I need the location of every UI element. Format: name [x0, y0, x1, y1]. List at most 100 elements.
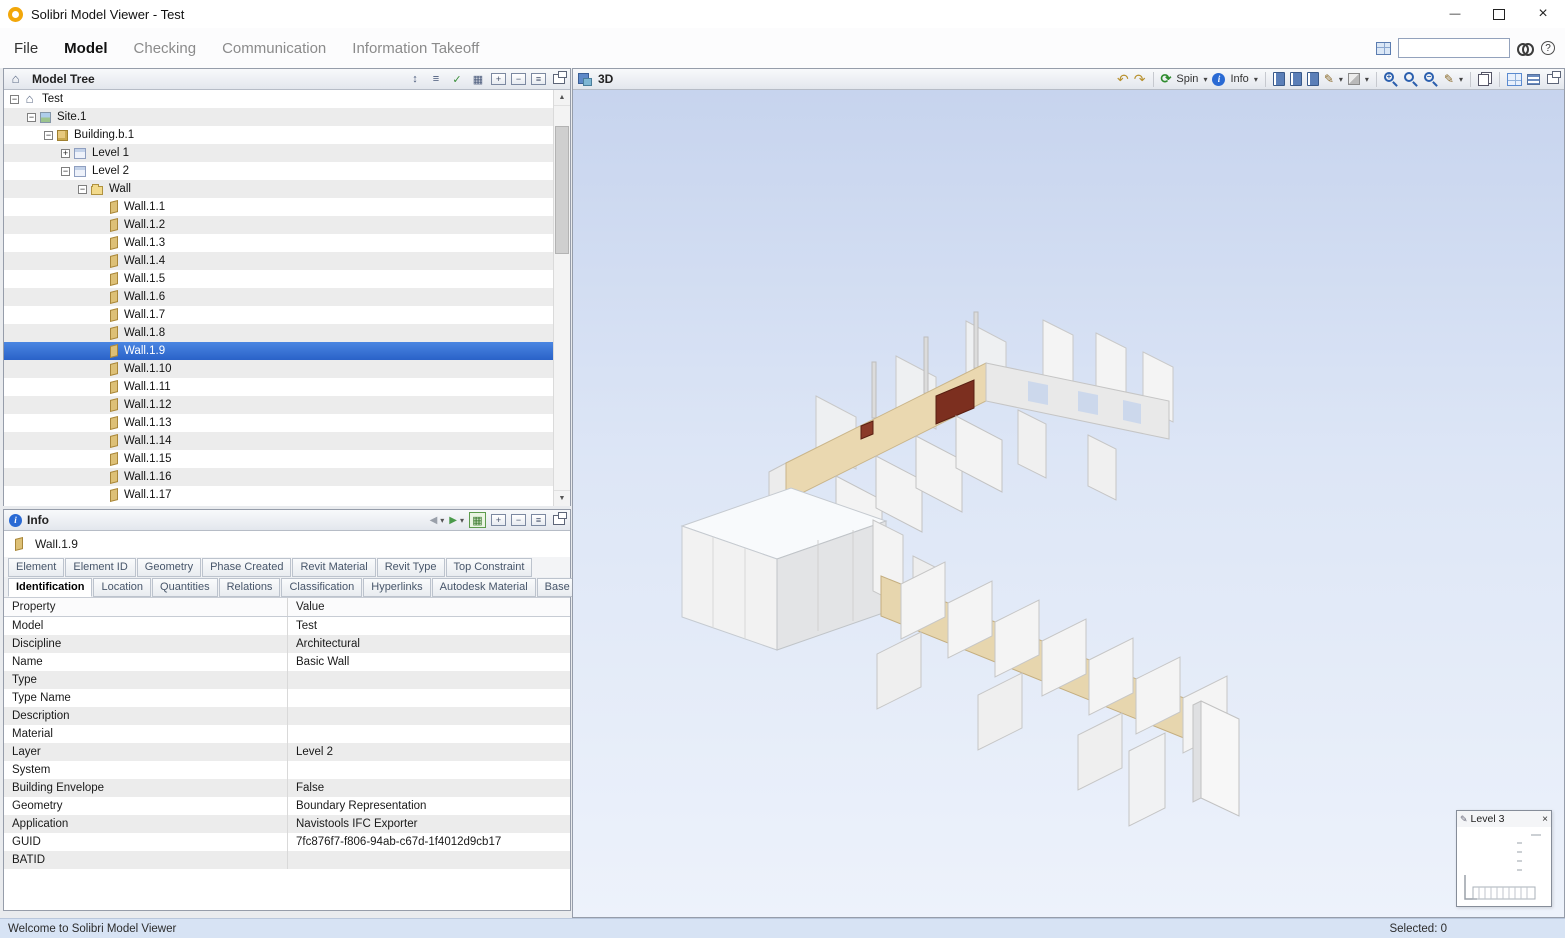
menu-model[interactable]: Model [64, 40, 107, 57]
zoom-extents-icon[interactable] [1404, 72, 1419, 87]
layout-icon[interactable] [1376, 42, 1391, 55]
info-mode-icon[interactable] [1212, 73, 1225, 86]
tree-item-wall-1-2[interactable]: Wall.1.2 [4, 216, 553, 234]
property-row-system[interactable]: System [4, 761, 570, 779]
sort-tree-icon[interactable]: ↕ [407, 72, 423, 87]
tab-phase-created[interactable]: Phase Created [202, 558, 291, 577]
collapse-icon[interactable]: − [27, 113, 36, 122]
tree-item-wall-1-6[interactable]: Wall.1.6 [4, 288, 553, 306]
measure-tool-icon[interactable]: ✎ [1444, 72, 1454, 86]
tab-identification[interactable]: Identification [8, 578, 92, 597]
projection-caret-icon[interactable]: ▾ [1365, 75, 1369, 84]
property-row-type[interactable]: Type [4, 671, 570, 689]
tab-revit-type[interactable]: Revit Type [377, 558, 445, 577]
tree-item-wall-1-11[interactable]: Wall.1.11 [4, 378, 553, 396]
viewpoints-icon[interactable] [1290, 72, 1302, 86]
pane-menu-icon[interactable] [531, 514, 546, 526]
tree-item-level-1[interactable]: +Level 1 [4, 144, 553, 162]
undo-view-icon[interactable]: ↶ [1117, 73, 1129, 86]
minimize-button[interactable] [1433, 0, 1477, 28]
projection-icon[interactable] [1348, 73, 1360, 85]
spin-label[interactable]: Spin [1176, 73, 1198, 85]
info-caret-icon[interactable]: ▾ [1254, 75, 1258, 84]
tree-item-site-1[interactable]: −Site.1 [4, 108, 553, 126]
history-back-caret-icon[interactable]: ▾ [440, 516, 444, 525]
spin-caret-icon[interactable]: ▾ [1203, 75, 1207, 84]
report-icon[interactable] [469, 512, 486, 528]
tab-classification[interactable]: Classification [281, 578, 362, 597]
tab-element-id[interactable]: Element ID [65, 558, 135, 577]
menu-information-takeoff[interactable]: Information Takeoff [352, 40, 479, 57]
collapse-icon[interactable]: − [44, 131, 53, 140]
scroll-down-icon[interactable]: ▼ [554, 490, 570, 506]
redo-view-icon[interactable]: ↷ [1134, 73, 1146, 86]
tree-item-wall-1-3[interactable]: Wall.1.3 [4, 234, 553, 252]
property-row-description[interactable]: Description [4, 707, 570, 725]
menu-checking[interactable]: Checking [134, 40, 197, 57]
tree-item-building-b-1[interactable]: −Building.b.1 [4, 126, 553, 144]
property-row-layer[interactable]: LayerLevel 2 [4, 743, 570, 761]
layers-icon[interactable] [1527, 74, 1540, 85]
tree-item-wall-1-9[interactable]: Wall.1.9 [4, 342, 553, 360]
history-back-icon[interactable]: ◀ [430, 515, 438, 526]
presentations-icon[interactable] [1273, 72, 1285, 86]
property-row-building-envelope[interactable]: Building EnvelopeFalse [4, 779, 570, 797]
enlarge-pane-icon[interactable] [491, 514, 506, 526]
help-icon[interactable] [1541, 41, 1555, 55]
tab-hyperlinks[interactable]: Hyperlinks [363, 578, 430, 597]
property-row-application[interactable]: ApplicationNavistools IFC Exporter [4, 815, 570, 833]
tab-relations[interactable]: Relations [219, 578, 281, 597]
expand-icon[interactable]: + [61, 149, 70, 158]
maximize-button[interactable] [1477, 0, 1521, 28]
collapse-icon[interactable]: − [78, 185, 87, 194]
zoom-in-icon[interactable] [1384, 72, 1399, 87]
tab-revit-material[interactable]: Revit Material [292, 558, 375, 577]
tab-top-constraint[interactable]: Top Constraint [446, 558, 533, 577]
property-column-header[interactable]: Property [4, 598, 288, 616]
close-button[interactable] [1521, 0, 1565, 28]
grid-view-icon[interactable]: ▦ [470, 72, 486, 87]
find-icon[interactable] [1517, 42, 1534, 54]
minimap-plan[interactable] [1457, 827, 1551, 906]
tree-item-wall-1-10[interactable]: Wall.1.10 [4, 360, 553, 378]
measure-caret-icon[interactable]: ▾ [1459, 75, 1463, 84]
property-row-material[interactable]: Material [4, 725, 570, 743]
enlarge-pane-icon[interactable] [491, 73, 506, 85]
check-visibility-icon[interactable]: ✓ [449, 72, 465, 87]
minimap-panel[interactable]: ✎ Level 3 × [1456, 810, 1552, 907]
tree-item-wall-1-13[interactable]: Wall.1.13 [4, 414, 553, 432]
tab-location[interactable]: Location [93, 578, 151, 597]
markup-caret-icon[interactable]: ▾ [1339, 75, 1343, 84]
history-forward-icon[interactable]: ▶ [449, 515, 457, 526]
notes-icon[interactable] [1307, 72, 1319, 86]
minimap-close-icon[interactable]: × [1542, 814, 1548, 825]
tree-item-wall-1-14[interactable]: Wall.1.14 [4, 432, 553, 450]
tab-quantities[interactable]: Quantities [152, 578, 218, 597]
tree-item-wall-1-8[interactable]: Wall.1.8 [4, 324, 553, 342]
property-row-guid[interactable]: GUID7fc876f7-f806-94ab-c67d-1f4012d9cb17 [4, 833, 570, 851]
shrink-pane-icon[interactable] [511, 73, 526, 85]
markup-pen-icon[interactable]: ✎ [1324, 72, 1334, 86]
property-row-batid[interactable]: BATID [4, 851, 570, 869]
collapse-icon[interactable]: − [10, 95, 19, 104]
scrollbar-thumb[interactable] [555, 126, 569, 254]
tree-item-wall-1-17[interactable]: Wall.1.17 [4, 486, 553, 504]
info-mode-label[interactable]: Info [1230, 73, 1248, 85]
property-row-geometry[interactable]: GeometryBoundary Representation [4, 797, 570, 815]
tree-item-wall-1-16[interactable]: Wall.1.16 [4, 468, 553, 486]
property-row-name[interactable]: NameBasic Wall [4, 653, 570, 671]
menu-file[interactable]: File [14, 40, 38, 57]
zoom-out-icon[interactable] [1424, 72, 1439, 87]
tree-scrollbar[interactable]: ▲ ▼ [553, 90, 570, 506]
tree-item-wall-1-12[interactable]: Wall.1.12 [4, 396, 553, 414]
tree-item-test[interactable]: −Test [4, 90, 553, 108]
pane-menu-icon[interactable] [531, 73, 546, 85]
3d-canvas[interactable]: ✎ Level 3 × [573, 90, 1564, 917]
tab-autodesk-material[interactable]: Autodesk Material [432, 578, 536, 597]
float-panel-icon[interactable] [553, 74, 565, 84]
tab-element[interactable]: Element [8, 558, 64, 577]
scroll-up-icon[interactable]: ▲ [554, 90, 570, 106]
history-forward-caret-icon[interactable]: ▾ [460, 516, 464, 525]
copy-image-icon[interactable] [1478, 72, 1492, 86]
tree-item-wall-1-5[interactable]: Wall.1.5 [4, 270, 553, 288]
